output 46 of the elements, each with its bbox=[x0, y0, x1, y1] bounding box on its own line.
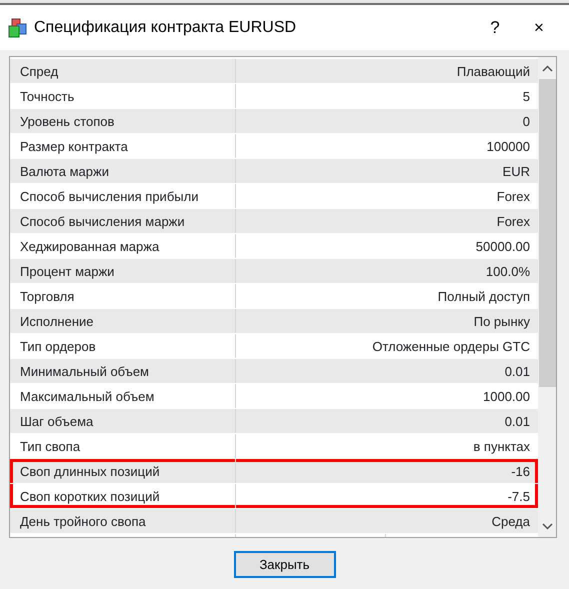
scroll-up-icon[interactable] bbox=[542, 64, 552, 72]
property-name: Уровень стопов bbox=[12, 109, 236, 133]
property-value: Полный доступ bbox=[436, 288, 531, 306]
property-value: 1000.00 bbox=[482, 388, 531, 406]
scroll-down-icon[interactable] bbox=[542, 522, 552, 530]
property-value: 50000.00 bbox=[474, 238, 531, 256]
property-value: 5 bbox=[522, 88, 531, 106]
scrollbar-thumb[interactable] bbox=[538, 79, 556, 387]
property-name: Тип свопа bbox=[12, 434, 236, 458]
property-value: в пунктах bbox=[472, 438, 531, 456]
property-name: Хеджированная маржа bbox=[12, 234, 236, 258]
property-name: Минимальный объем bbox=[12, 359, 236, 383]
property-value: Среда bbox=[490, 513, 531, 531]
property-name: Своп коротких позиций bbox=[12, 484, 236, 508]
property-value: -7.5 bbox=[506, 488, 531, 506]
close-button[interactable]: Закрыть bbox=[234, 551, 336, 578]
property-name: Точность bbox=[12, 84, 236, 108]
property-name: Спред bbox=[12, 59, 236, 83]
help-button[interactable]: ? bbox=[473, 14, 517, 40]
property-name: Тип ордеров bbox=[12, 334, 236, 358]
property-value: 0.01 bbox=[504, 413, 531, 431]
property-value: 0 bbox=[522, 113, 531, 131]
property-value: -16 bbox=[510, 463, 531, 481]
property-value: 100.0% bbox=[484, 263, 531, 281]
property-value: По рынку bbox=[472, 313, 531, 331]
property-name: Процент маржи bbox=[12, 259, 236, 283]
property-name: Исполнение bbox=[12, 309, 236, 333]
property-value: Forex bbox=[496, 213, 531, 231]
property-name: Торговля bbox=[12, 284, 236, 308]
window-title: Спецификация контракта EURUSD bbox=[34, 18, 298, 38]
property-name: Валюта маржи bbox=[12, 159, 236, 183]
property-value: Forex bbox=[496, 188, 531, 206]
property-value: Отложенные ордеры GTC bbox=[371, 338, 531, 356]
property-name: Своп длинных позиций bbox=[12, 459, 236, 483]
property-name: Шаг объема bbox=[12, 409, 236, 433]
property-name: Размер контракта bbox=[12, 134, 236, 158]
property-value: 100000 bbox=[486, 138, 531, 156]
app-icon bbox=[8, 18, 28, 38]
property-value: 0.01 bbox=[504, 363, 531, 381]
property-name: Максимальный объем bbox=[12, 384, 236, 408]
property-value: Плавающий bbox=[456, 63, 531, 81]
property-name: День тройного свопа bbox=[12, 509, 236, 533]
property-value: EUR bbox=[502, 163, 531, 181]
property-name: Способ вычисления маржи bbox=[12, 209, 236, 233]
property-name: Способ вычисления прибыли bbox=[12, 184, 236, 208]
close-button[interactable]: × bbox=[517, 14, 561, 40]
